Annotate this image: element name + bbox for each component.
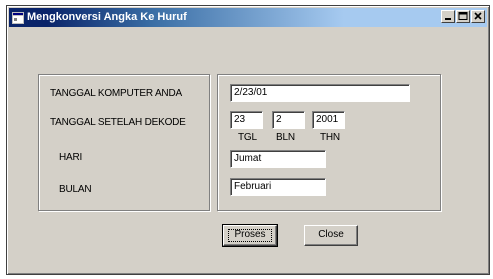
proses-button[interactable]: Proses — [222, 224, 278, 247]
window-title: Mengkonversi Angka Ke Huruf — [27, 11, 187, 23]
label-bln: BLN — [276, 132, 295, 143]
label-tanggal-setelah-dekode: TANGGAL SETELAH DEKODE — [50, 117, 186, 128]
close-button[interactable]: Close — [304, 225, 358, 246]
label-bulan: BULAN — [59, 184, 92, 195]
label-tgl: TGL — [238, 132, 257, 143]
label-thn: THN — [320, 132, 340, 143]
labels-group: TANGGAL KOMPUTER ANDA TANGGAL SETELAH DE… — [38, 74, 210, 211]
close-button-label: Close — [318, 229, 344, 240]
label-hari: HARI — [59, 152, 83, 163]
close-icon — [474, 12, 482, 20]
label-tanggal-komputer: TANGGAL KOMPUTER ANDA — [50, 88, 182, 99]
focus-rectangle — [228, 229, 272, 242]
minimize-button[interactable] — [441, 10, 455, 23]
app-window: Mengkonversi Angka Ke Huruf TANGGAL KOMP… — [6, 5, 490, 275]
thn-field[interactable]: 2001 — [312, 111, 345, 129]
minimize-icon — [445, 18, 451, 20]
computer-date-field[interactable]: 2/23/01 — [230, 84, 410, 102]
app-icon — [12, 11, 24, 24]
bulan-field[interactable]: Februari — [230, 178, 326, 196]
bln-field[interactable]: 2 — [272, 111, 305, 129]
close-window-button[interactable] — [471, 10, 485, 23]
tgl-field[interactable]: 23 — [230, 111, 263, 129]
maximize-icon — [458, 12, 468, 20]
values-group: 2/23/01 23 2 2001 TGL BLN THN Jumat Febr… — [217, 74, 441, 211]
hari-field[interactable]: Jumat — [230, 150, 326, 168]
title-bar[interactable]: Mengkonversi Angka Ke Huruf — [9, 8, 487, 27]
maximize-button[interactable] — [456, 10, 470, 23]
